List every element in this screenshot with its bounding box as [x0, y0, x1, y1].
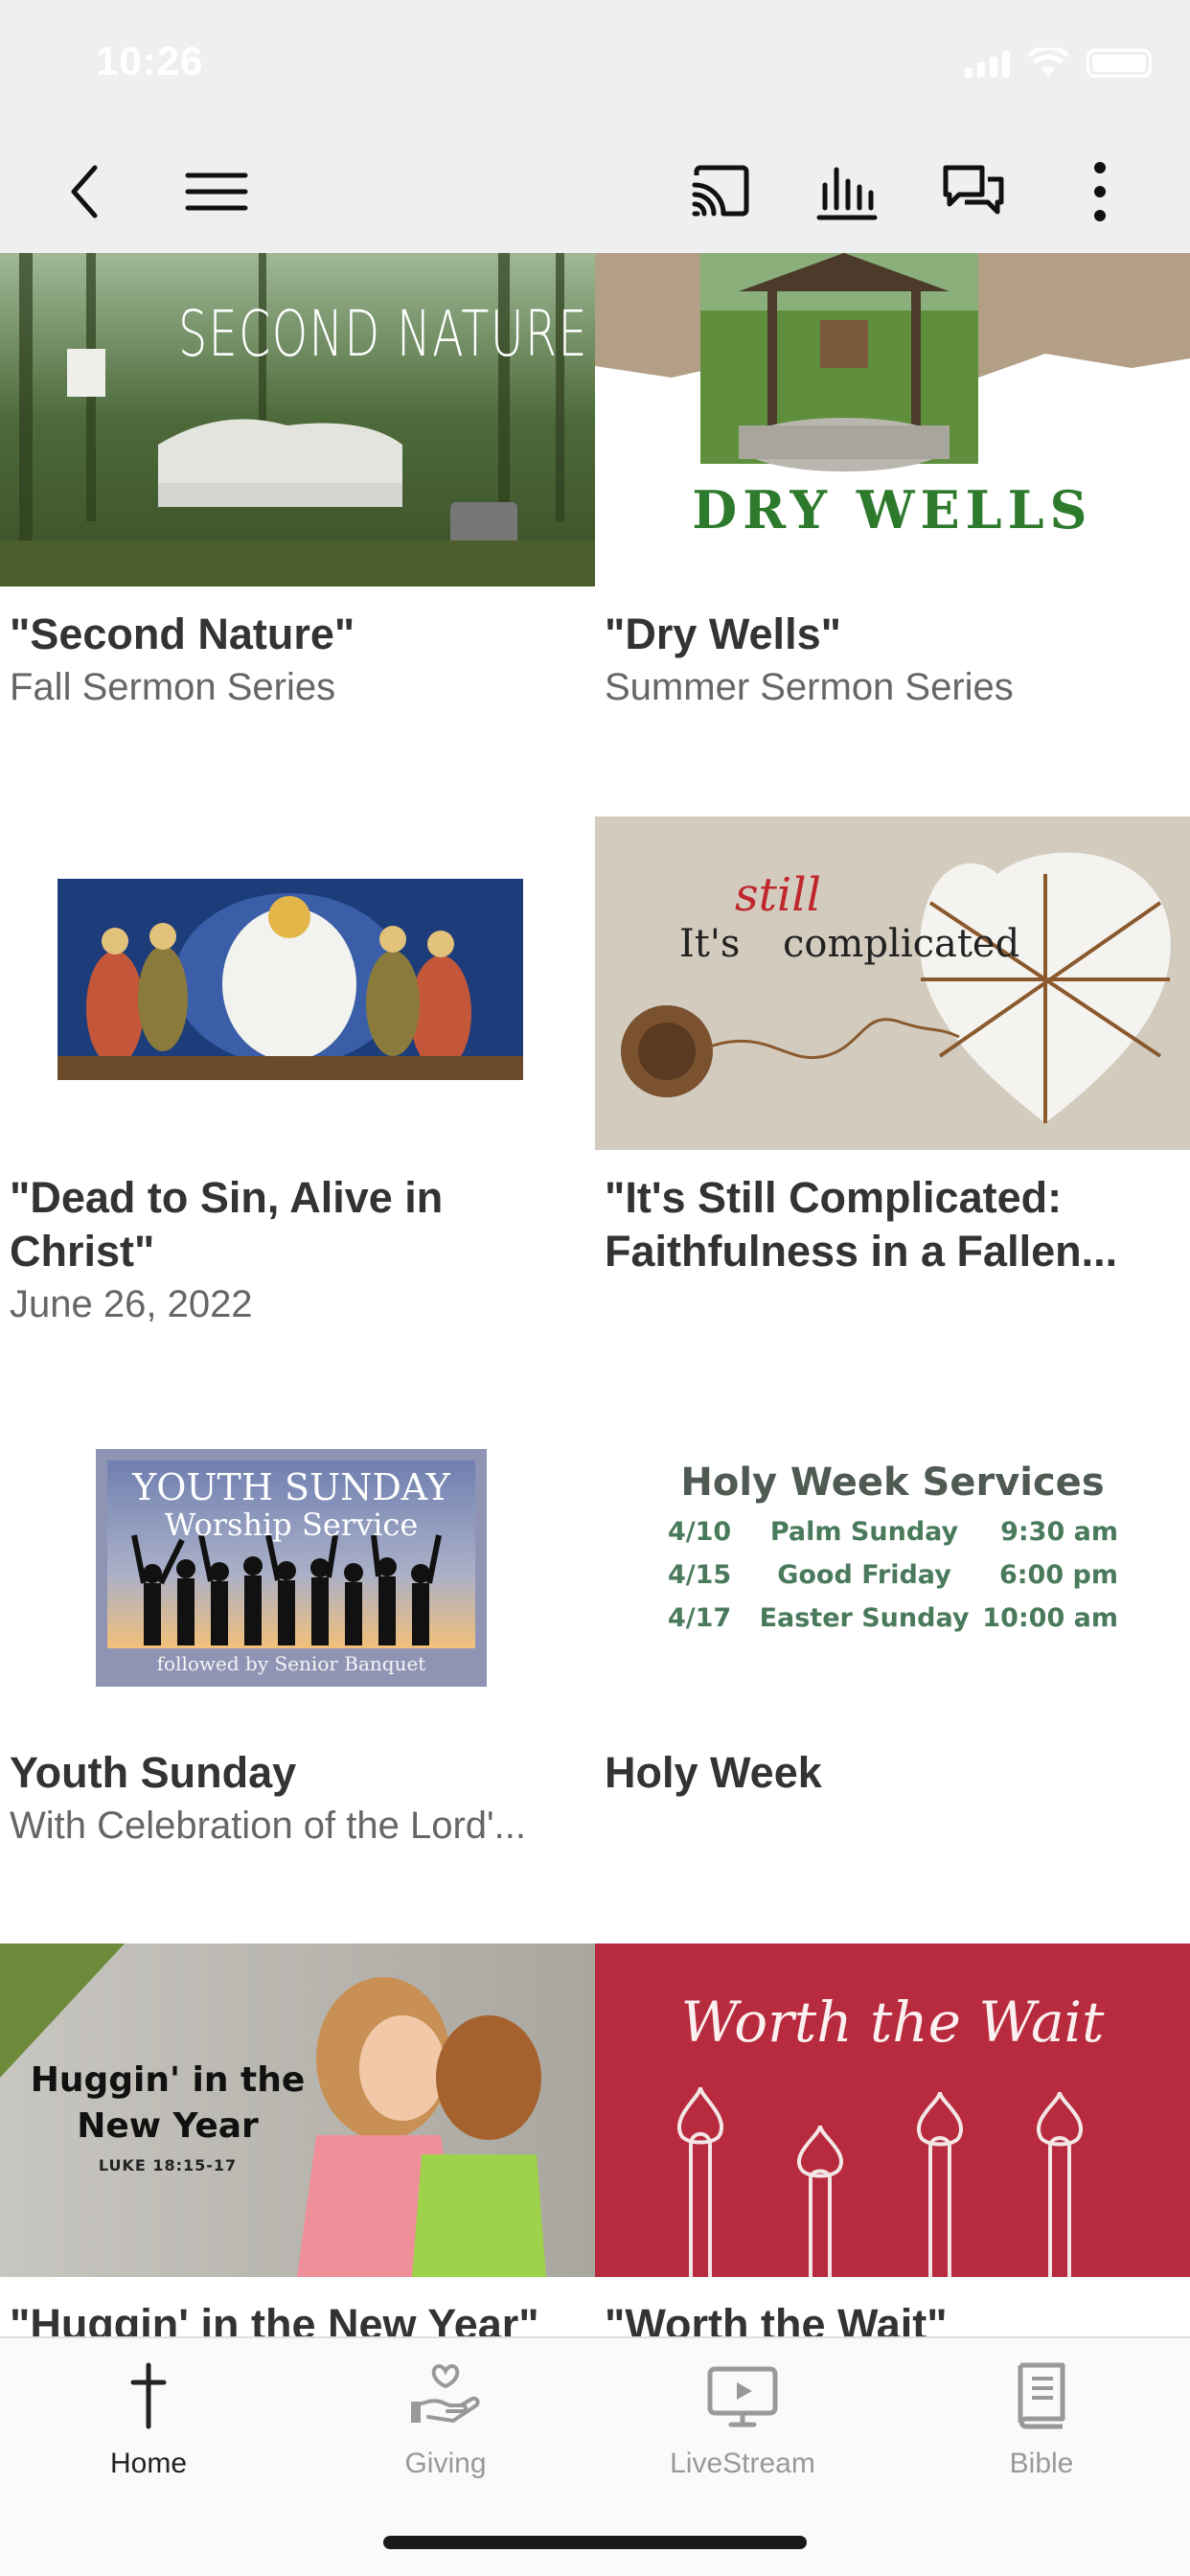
card-title: "Dry Wells" — [605, 610, 841, 658]
signal-icon — [965, 49, 1010, 78]
tab-label-livestream: LiveStream — [670, 2448, 815, 2479]
thumbnail-text-complicated: complicated — [783, 922, 1020, 966]
holy-week-schedule-row: 4/10 Palm Sunday 9:30 am — [668, 1510, 1166, 1553]
thumbnail-text-worship-service: Worship Service — [164, 1506, 419, 1543]
back-button[interactable] — [48, 153, 125, 230]
card-subtitle: Fall Sermon Series — [10, 666, 336, 708]
cross-icon — [130, 2362, 167, 2429]
holy-week-schedule: 4/10 Palm Sunday 9:30 am 4/15 Good Friday 6:0… — [668, 1510, 1166, 1640]
holy-week-schedule-row: 4/15 Good Friday 6:00 pm — [668, 1553, 1166, 1597]
schedule-date: 4/15 — [668, 1560, 732, 1590]
thumbnail-text-new-year: New Year — [77, 2106, 259, 2146]
sermon-card-worth-the-wait[interactable]: Worth the Wait "Worth the Wait" — [595, 1944, 1190, 2365]
thumbnail-dry-wells: DRY WELLS — [595, 253, 1190, 586]
battery-icon — [1087, 49, 1152, 78]
card-subtitle: With Celebration of the Lord'... — [10, 1805, 527, 1847]
sermon-card-dead-to-sin[interactable]: "Dead to Sin, Alive in Christ" June 26, … — [0, 816, 595, 1392]
schedule-time: 10:00 am — [982, 1603, 1118, 1633]
thumbnail-text-its: It's — [679, 922, 741, 966]
thumbnail-still-complicated: It's still complicated — [595, 816, 1190, 1150]
status-time: 10:26 — [96, 38, 204, 83]
tab-label-bible: Bible — [1009, 2448, 1074, 2479]
thumbnail-text-still: still — [735, 868, 821, 922]
tab-label-giving: Giving — [404, 2448, 487, 2479]
cast-button[interactable] — [682, 153, 759, 230]
sermon-card-huggin-new-year[interactable]: Huggin' in the New Year LUKE 18:15-17 "H… — [0, 1944, 595, 2365]
card-title: Youth Sunday — [10, 1748, 297, 1797]
thumbnail-text-worth-the-wait: Worth the Wait — [680, 1990, 1105, 2055]
card-title-line: "It's Still Complicated: Faithfulness in… — [605, 1173, 1118, 1276]
thumbnail-heading-holy-week: Holy Week Services — [680, 1460, 1105, 1505]
schedule-date: 4/10 — [668, 1517, 732, 1547]
more-options-button[interactable] — [1062, 153, 1138, 230]
schedule-name: Palm Sunday — [769, 1517, 959, 1547]
more-vertical-icon — [1094, 162, 1106, 221]
tab-giving[interactable]: Giving — [297, 2338, 594, 2501]
schedule-name: Easter Sunday — [759, 1603, 970, 1633]
tab-bible[interactable]: Bible — [893, 2338, 1190, 2501]
app-header: 10:26 — [0, 0, 1190, 253]
audio-bars-icon — [816, 167, 878, 220]
tab-home[interactable]: Home — [0, 2338, 297, 2501]
sermon-card-holy-week[interactable]: Holy Week Services 4/10 Palm Sunday 9:30 a… — [595, 1392, 1190, 1955]
thumbnail-huggin-new-year: Huggin' in the New Year LUKE 18:15-17 — [0, 1944, 595, 2277]
sermon-card-second-nature[interactable]: SECOND NATURE "Second Nature" Fall Sermo… — [0, 253, 595, 816]
card-subtitle: June 26, 2022 — [10, 1283, 253, 1325]
thumbnail-holy-week: Holy Week Services 4/10 Palm Sunday 9:30 a… — [595, 1392, 1190, 1725]
home-indicator — [383, 2536, 807, 2549]
thumbnail-text-huggin: Huggin' in the — [30, 2060, 306, 2100]
sermon-card-dry-wells[interactable]: DRY WELLS "Dry Wells" Summer Sermon Seri… — [595, 253, 1190, 816]
card-title: "It's Still Complicated: Faithfulness in… — [605, 1171, 1189, 1278]
wifi-icon — [1027, 48, 1069, 77]
thumbnail-text-senior-banquet: followed by Senior Banquet — [156, 1652, 426, 1675]
thumbnail-second-nature: SECOND NATURE — [0, 253, 595, 586]
schedule-name: Good Friday — [777, 1560, 951, 1590]
menu-button[interactable] — [178, 153, 255, 230]
cast-icon — [692, 165, 749, 217]
card-title: "Second Nature" — [10, 610, 355, 658]
thumbnail-worth-the-wait: Worth the Wait — [595, 1944, 1190, 2277]
thumbnail-dead-to-sin — [0, 816, 595, 1150]
tab-label-home: Home — [109, 2448, 188, 2479]
play-screen-icon — [707, 2366, 778, 2427]
chat-icon — [943, 165, 1004, 215]
status-icons — [965, 48, 1152, 79]
chevron-left-icon — [71, 165, 98, 218]
schedule-time: 9:30 am — [1000, 1517, 1118, 1547]
tab-livestream[interactable]: LiveStream — [594, 2338, 891, 2501]
thumbnail-text-second-nature: SECOND NATURE — [178, 297, 588, 371]
sermon-card-still-complicated[interactable]: It's still complicated "It's Still Compl… — [595, 816, 1190, 1392]
holy-week-schedule-row: 4/17 Easter Sunday 10:00 am — [668, 1597, 1166, 1640]
card-title: "Dead to Sin, Alive in Christ" — [10, 1173, 444, 1276]
book-icon — [1018, 2362, 1065, 2429]
thumbnail-youth-sunday: YOUTH SUNDAY Worship Service followed by… — [0, 1392, 595, 1725]
thumbnail-text-dry-wells: DRY WELLS — [692, 479, 1093, 540]
thumbnail-text-youth-sunday: YOUTH SUNDAY — [132, 1466, 450, 1508]
chat-button[interactable] — [935, 153, 1012, 230]
schedule-date: 4/17 — [668, 1603, 732, 1633]
hamburger-icon — [185, 172, 248, 211]
sermon-card-youth-sunday[interactable]: YOUTH SUNDAY Worship Service followed by… — [0, 1392, 595, 1955]
card-subtitle: Summer Sermon Series — [605, 666, 1014, 708]
card-title: Holy Week — [605, 1748, 822, 1797]
audio-button[interactable] — [809, 153, 885, 230]
schedule-time: 6:00 pm — [998, 1560, 1118, 1590]
thumbnail-text-luke: LUKE 18:15-17 — [98, 2156, 238, 2174]
giving-hand-icon — [411, 2364, 480, 2423]
